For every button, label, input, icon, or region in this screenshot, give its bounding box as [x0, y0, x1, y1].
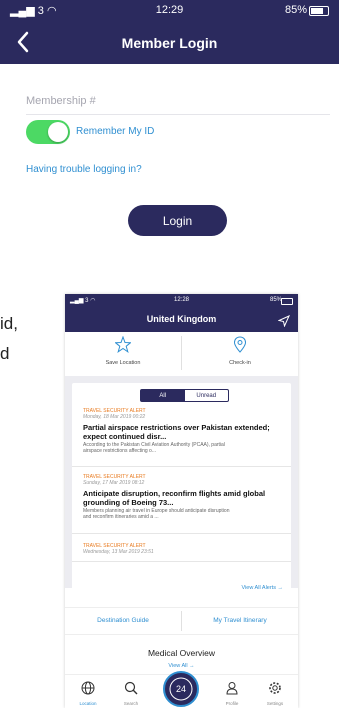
alert-headline-line-2: grounding of Boeing 73... — [83, 498, 174, 507]
phone-24-icon: 24 — [169, 677, 193, 701]
action-row: Save Location Check-in — [65, 332, 298, 377]
status-bar: ▂▄▆ 3 ◠ 12:28 85% — [65, 294, 298, 308]
tab-label: Search — [123, 701, 139, 706]
battery-percent: 85% — [284, 4, 307, 16]
tab-location[interactable]: Location — [65, 681, 111, 707]
remember-id-toggle[interactable] — [26, 120, 70, 144]
membership-input-underline — [26, 114, 330, 115]
tab-settings[interactable]: Settings — [252, 681, 298, 707]
alert-date: Monday, 18 Mar 2019 00:22 — [83, 414, 146, 420]
alert-body-line-2: airspace restrictions affecting o... — [83, 448, 156, 454]
location-arrow-icon[interactable] — [277, 314, 290, 328]
tab-24-hour-assistance[interactable]: 24 — [163, 671, 199, 707]
nav-bar: United Kingdom — [65, 308, 298, 332]
alert-filter-segmented-control: All Unread — [140, 389, 229, 402]
view-all-alerts-link[interactable]: View All Alerts → — [242, 585, 283, 591]
login-button[interactable]: Login — [128, 205, 227, 236]
battery-icon — [281, 298, 293, 305]
tab-label: Settings — [266, 701, 284, 706]
alert-headline-line-1: Partial airspace restrictions over Pakis… — [83, 423, 270, 432]
tab-label: Location — [79, 701, 97, 706]
alert-separator — [72, 466, 291, 467]
alert-date: Sunday, 17 Mar 2019 08:12 — [83, 480, 145, 486]
person-icon — [225, 681, 239, 695]
save-location-label: Save Location — [105, 360, 141, 366]
quick-links-row: Destination Guide My Travel Itinerary — [65, 607, 298, 635]
cropped-text-line-1: id, — [0, 314, 18, 333]
tab-label: Profile — [225, 701, 239, 706]
map-pin-icon — [232, 336, 248, 354]
membership-input[interactable]: Membership # — [26, 95, 96, 107]
remember-id-label: Remember My ID — [76, 126, 155, 137]
alert-item[interactable]: TRAVEL SECURITY ALERT Monday, 18 Mar 201… — [83, 408, 287, 454]
page-title: United Kingdom — [146, 314, 217, 324]
tab-profile[interactable]: Profile — [209, 681, 255, 707]
alert-headline-line-1: Anticipate disruption, reconfirm flights… — [83, 489, 266, 498]
globe-icon — [81, 681, 95, 695]
status-time: 12:28 — [173, 297, 189, 303]
toggle-knob — [48, 122, 68, 142]
battery-icon — [309, 6, 329, 16]
alert-separator — [72, 561, 291, 562]
segment-all[interactable]: All — [141, 390, 185, 401]
trouble-logging-in-link[interactable]: Having trouble logging in? — [26, 164, 142, 175]
check-in-label: Check-in — [229, 360, 251, 366]
assistance-number: 24 — [176, 684, 186, 694]
check-in-button[interactable]: Check-in — [182, 332, 298, 376]
page-title: Member Login — [121, 35, 218, 51]
tab-bar: Location Search 24 Profile Settings — [65, 671, 298, 708]
alert-headline-line-2: expect continued disr... — [83, 432, 167, 441]
alert-date: Wednesday, 13 Mar 2019 23:51 — [83, 549, 154, 555]
travel-itinerary-link[interactable]: My Travel Itinerary — [182, 617, 298, 624]
tab-search[interactable]: Search — [108, 681, 154, 707]
destination-guide-link[interactable]: Destination Guide — [65, 617, 181, 624]
medical-overview-title: Medical Overview — [147, 648, 216, 658]
alert-body-line-2: and reconfirm itineraries amid a ... — [83, 514, 159, 520]
member-login-screen: ▂▄▆ 3 ◠ 12:29 85% Member Login Membershi… — [0, 0, 339, 250]
search-icon — [124, 681, 138, 695]
alert-item[interactable]: TRAVEL SECURITY ALERT Wednesday, 13 Mar … — [83, 543, 287, 557]
medical-view-all-link[interactable]: View All → — [65, 663, 298, 669]
save-location-button[interactable]: Save Location — [65, 332, 181, 376]
alerts-card: All Unread TRAVEL SECURITY ALERT Monday,… — [72, 383, 291, 601]
segment-unread[interactable]: Unread — [185, 390, 229, 401]
united-kingdom-screen: ▂▄▆ 3 ◠ 12:28 85% United Kingdom Save Lo… — [65, 294, 298, 708]
nav-bar: Member Login — [0, 20, 339, 64]
status-bar: ▂▄▆ 3 ◠ 12:29 85% — [0, 0, 339, 20]
alert-separator — [72, 533, 291, 534]
gear-icon — [268, 681, 282, 695]
cropped-text-line-2: d — [0, 344, 10, 363]
star-icon — [114, 335, 132, 354]
alert-item[interactable]: TRAVEL SECURITY ALERT Sunday, 17 Mar 201… — [83, 474, 287, 520]
